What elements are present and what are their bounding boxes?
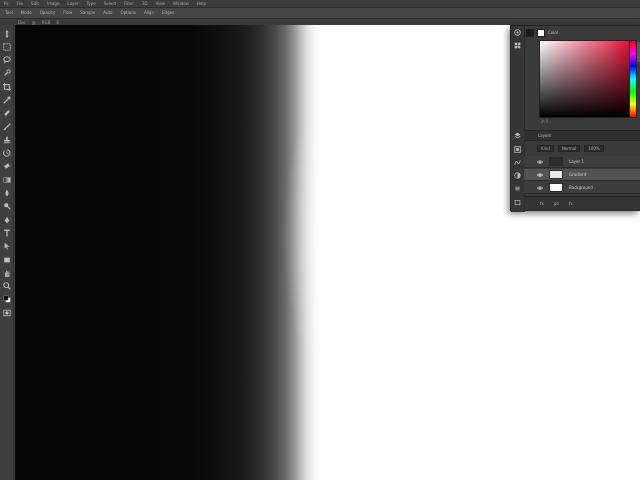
lasso-tool-icon[interactable] <box>2 56 11 65</box>
color-panel-icon[interactable] <box>514 29 521 36</box>
menu-bar: Ps File Edit Image Layer Type Select Fil… <box>0 0 640 8</box>
properties-panel-icon[interactable] <box>514 185 521 192</box>
gradient-highlight <box>280 85 375 385</box>
layer-kind-filter[interactable]: Kind <box>537 144 554 152</box>
floating-panel-group: Color # 0 Layers Kind Normal 100% Layer … <box>510 25 640 212</box>
menu-view[interactable]: View <box>156 1 166 7</box>
panel-icon-strip <box>511 26 525 212</box>
layers-panel-footer: fx go fx <box>524 196 640 209</box>
menu-help[interactable]: Help <box>197 1 206 7</box>
layer-thumbnail <box>549 157 563 166</box>
menu-edit[interactable]: Edit <box>31 1 39 7</box>
quick-select-tool-icon[interactable] <box>2 69 11 78</box>
menu-filter[interactable]: Filter <box>124 1 134 7</box>
visibility-eye-icon[interactable] <box>537 159 543 165</box>
menu-image[interactable]: Image <box>47 1 60 7</box>
option-tool-preset[interactable]: Tool <box>4 10 14 16</box>
add-layer-style-button[interactable]: fx <box>540 201 544 206</box>
hue-slider[interactable] <box>629 40 637 118</box>
layer-opacity-field[interactable]: 100% <box>584 144 604 152</box>
layer-row-selected[interactable]: Gradient <box>524 169 640 181</box>
crop-tool-icon[interactable] <box>2 82 11 91</box>
document-color-mode: RGB <box>41 19 51 25</box>
layers-options: Kind Normal 100% <box>524 143 640 153</box>
menu-app-logo[interactable]: Ps <box>4 1 8 7</box>
layer-thumbnail <box>549 170 563 179</box>
adjustments-panel-icon[interactable] <box>514 172 521 179</box>
healing-tool-icon[interactable] <box>2 109 11 118</box>
pen-tool-icon[interactable] <box>2 215 11 224</box>
blur-tool-icon[interactable] <box>2 189 11 198</box>
option-align[interactable]: Align <box>143 10 155 16</box>
document-zoom: @ <box>31 19 36 25</box>
marquee-tool-icon[interactable] <box>2 42 11 51</box>
visibility-eye-icon[interactable] <box>537 172 543 178</box>
layer-thumbnail <box>549 183 563 192</box>
option-mode[interactable]: Mode <box>20 10 33 16</box>
eyedropper-tool-icon[interactable] <box>2 95 11 104</box>
color-panel-header: Color <box>526 28 640 37</box>
brush-tool-icon[interactable] <box>2 122 11 131</box>
menu-layer[interactable]: Layer <box>67 1 78 7</box>
tools-panel <box>0 25 14 480</box>
layers-panel-icon[interactable] <box>514 132 521 139</box>
layer-name[interactable]: Layer 1 <box>569 159 584 164</box>
option-edges[interactable]: Edges <box>161 10 175 16</box>
eraser-tool-icon[interactable] <box>2 162 11 171</box>
swatches-panel-icon[interactable] <box>514 42 521 49</box>
move-tool-icon[interactable] <box>2 29 11 38</box>
option-options[interactable]: Options <box>120 10 137 16</box>
type-tool-icon[interactable] <box>2 228 11 237</box>
color-swatches-icon[interactable] <box>2 295 11 304</box>
gradient-tool-icon[interactable] <box>2 175 11 184</box>
libraries-panel-icon[interactable] <box>514 199 521 206</box>
photoshop-window: Ps File Edit Image Layer Type Select Fil… <box>0 0 640 480</box>
zoom-tool-icon[interactable] <box>2 282 11 291</box>
add-mask-button[interactable]: go <box>554 201 559 206</box>
dodge-tool-icon[interactable] <box>2 202 11 211</box>
path-select-tool-icon[interactable] <box>2 242 11 251</box>
background-color-swatch[interactable] <box>537 28 545 37</box>
options-bar: Tool Mode Opacity Flow Sample Auto Optio… <box>0 8 640 19</box>
channels-panel-icon[interactable] <box>514 146 521 153</box>
paths-panel-icon[interactable] <box>514 159 521 166</box>
hand-tool-icon[interactable] <box>2 268 11 277</box>
option-opacity[interactable]: Opacity <box>39 10 56 16</box>
history-brush-tool-icon[interactable] <box>2 149 11 158</box>
menu-file[interactable]: File <box>16 1 23 7</box>
layer-name[interactable]: Gradient <box>569 172 586 177</box>
color-readout: # 0 <box>541 119 549 124</box>
document-bit-depth: 8 <box>56 19 59 25</box>
menu-select[interactable]: Select <box>104 1 116 7</box>
option-auto[interactable]: Auto <box>102 10 113 16</box>
layers-panel-tab[interactable]: Layers <box>538 133 551 138</box>
color-picker-field[interactable] <box>539 40 630 118</box>
layer-row[interactable]: Layer 1 <box>524 156 640 168</box>
layer-name[interactable]: Background <box>569 185 593 190</box>
visibility-eye-icon[interactable] <box>537 185 543 191</box>
new-layer-button[interactable]: fx <box>569 201 573 206</box>
layers-panel-header: Layers <box>524 130 640 141</box>
blend-mode-select[interactable]: Normal <box>557 144 581 152</box>
quick-mask-icon[interactable] <box>2 308 11 317</box>
layer-row[interactable]: Background <box>524 182 640 194</box>
stamp-tool-icon[interactable] <box>2 135 11 144</box>
menu-3d[interactable]: 3D <box>142 1 148 7</box>
foreground-color-swatch[interactable] <box>526 28 534 37</box>
color-panel-tab[interactable]: Color <box>548 30 558 36</box>
shape-tool-icon[interactable] <box>2 255 11 264</box>
menu-window[interactable]: Window <box>173 1 189 7</box>
option-sample[interactable]: Sample <box>79 10 96 16</box>
document-tab[interactable]: Doc <box>18 20 26 25</box>
option-flow[interactable]: Flow <box>62 10 73 16</box>
menu-type[interactable]: Type <box>87 1 96 7</box>
